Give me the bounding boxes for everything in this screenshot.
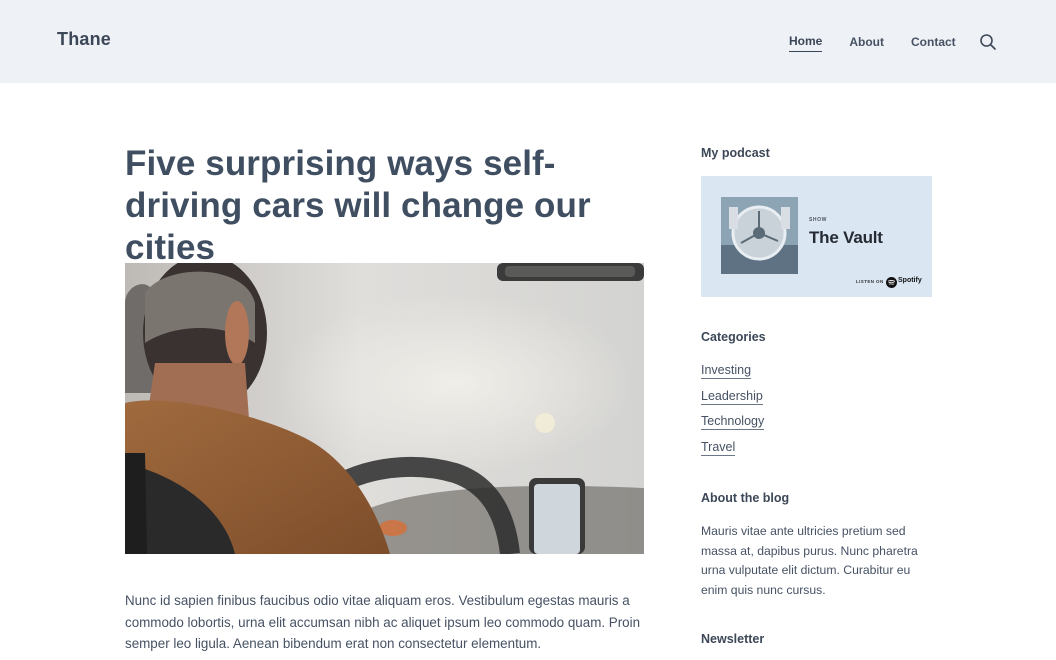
nav-item-contact[interactable]: Contact [911,35,956,52]
search-icon[interactable] [979,33,997,51]
categories-widget-title: Categories [701,330,766,344]
list-item: Travel [701,438,764,464]
nav-item-about[interactable]: About [849,35,884,52]
post-featured-image[interactable] [125,263,644,554]
newsletter-widget-title: Newsletter [701,632,765,646]
list-item: Leadership [701,387,764,413]
post-title[interactable]: Five surprising ways self-driving cars w… [125,143,645,269]
spotify-wordmark: Spotify [898,277,922,284]
list-item: Investing [701,361,764,387]
category-list: Investing Leadership Technology Travel [701,361,765,464]
site-brand[interactable]: Thane [57,29,111,50]
podcast-cover-art [721,197,798,274]
list-item: Technology [701,412,765,438]
podcast-widget-title: My podcast [701,146,770,160]
category-link-travel[interactable]: Travel [701,439,736,456]
podcast-card[interactable]: SHOW The Vault LISTEN ON Spotify [701,176,932,297]
podcast-name: The Vault [809,228,883,247]
spotify-icon [886,275,897,288]
podcast-show-label: SHOW [809,217,827,223]
podcast-listen-label: LISTEN ON [856,279,884,284]
main-nav: Home About Contact [789,34,983,52]
category-link-investing[interactable]: Investing [701,363,752,379]
about-blog-text: Mauris vitae ante ultricies pretium sed … [701,524,918,597]
site-header: Thane Home About Contact [0,0,1056,83]
category-link-leadership[interactable]: Leadership [701,388,763,405]
category-link-technology[interactable]: Technology [701,414,765,430]
nav-item-home[interactable]: Home [789,34,823,52]
about-widget-title: About the blog [701,491,790,505]
post-excerpt: Nunc id sapien finibus faucibus odio vit… [125,593,641,651]
